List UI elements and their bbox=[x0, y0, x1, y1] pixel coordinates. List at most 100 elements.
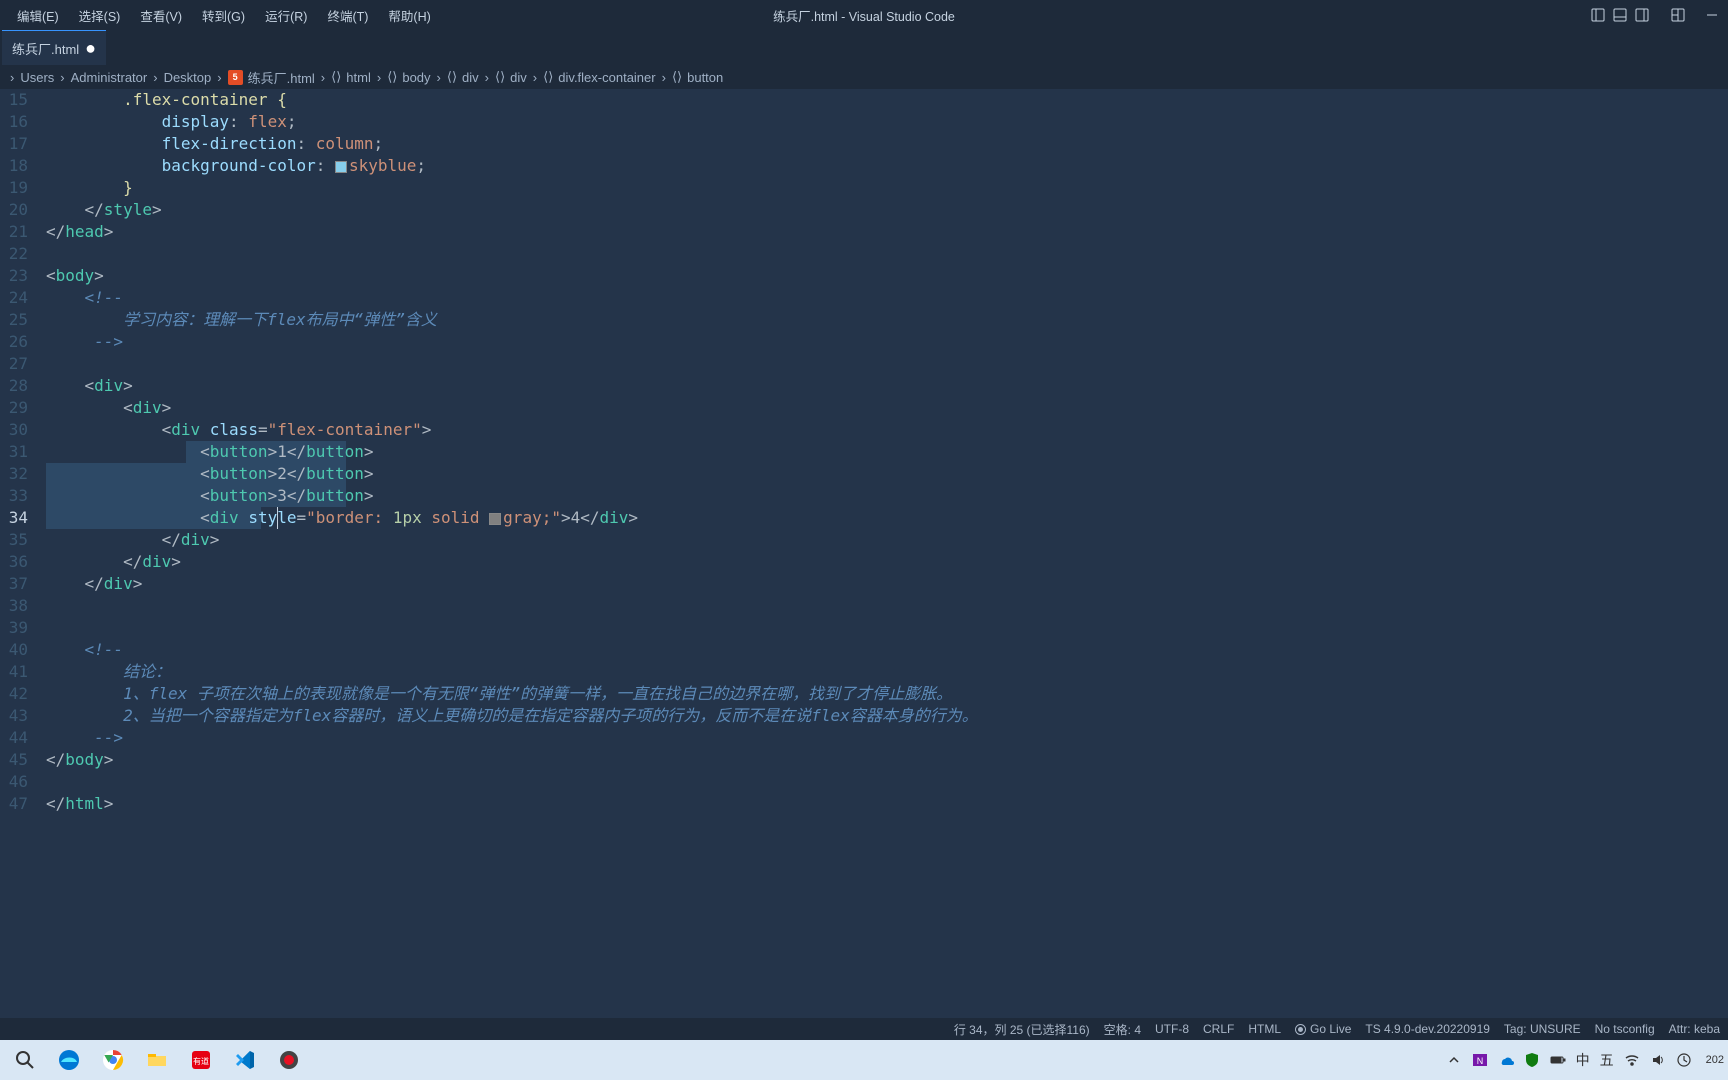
code-line[interactable]: } bbox=[46, 177, 1728, 199]
breadcrumb-symbol[interactable]: ⟨⟩ html bbox=[331, 69, 371, 85]
tab-label: 练兵厂.html bbox=[12, 39, 79, 58]
breadcrumb-symbol[interactable]: ⟨⟩ div.flex-container bbox=[543, 69, 655, 85]
tsconfig-status[interactable]: No tsconfig bbox=[1595, 1022, 1655, 1036]
code-line[interactable]: </head> bbox=[46, 221, 1728, 243]
brackets-icon: ⟨⟩ bbox=[543, 69, 553, 85]
wifi-icon[interactable] bbox=[1624, 1052, 1640, 1068]
menu-item[interactable]: 编辑(E) bbox=[8, 2, 68, 29]
breadcrumb-symbol[interactable]: ⟨⟩ body bbox=[387, 69, 430, 85]
customize-layout-icon[interactable] bbox=[1670, 7, 1686, 23]
tag-status[interactable]: Tag: UNSURE bbox=[1504, 1022, 1581, 1036]
menu-item[interactable]: 帮助(H) bbox=[379, 2, 439, 29]
battery-icon[interactable] bbox=[1550, 1052, 1566, 1068]
menu-bar: 编辑(E)选择(S)查看(V)转到(G)运行(R)终端(T)帮助(H) bbox=[8, 2, 440, 29]
breadcrumb-item[interactable]: Users bbox=[20, 70, 54, 85]
code-area[interactable]: .flex-container { display: flex; flex-di… bbox=[46, 89, 1728, 1018]
brackets-icon: ⟨⟩ bbox=[387, 69, 397, 85]
breadcrumb-item[interactable]: Administrator bbox=[71, 70, 148, 85]
go-live-button[interactable]: Go Live bbox=[1310, 1022, 1351, 1036]
code-line[interactable]: </div> bbox=[46, 551, 1728, 573]
youdao-icon[interactable]: 有道 bbox=[180, 1042, 222, 1078]
search-icon[interactable] bbox=[4, 1042, 46, 1078]
menu-item[interactable]: 运行(R) bbox=[256, 2, 316, 29]
indent-status[interactable]: 空格: 4 bbox=[1104, 1021, 1141, 1038]
breadcrumb[interactable]: ›Users›Administrator›Desktop›5练兵厂.html›⟨… bbox=[0, 65, 1728, 89]
ts-version[interactable]: TS 4.9.0-dev.20220919 bbox=[1365, 1022, 1490, 1036]
code-line[interactable]: <button>3</button> bbox=[46, 485, 1728, 507]
code-line[interactable]: 结论： bbox=[46, 661, 1728, 683]
breadcrumb-symbol[interactable]: ⟨⟩ div bbox=[495, 69, 527, 85]
encoding-status[interactable]: UTF-8 bbox=[1155, 1022, 1189, 1036]
editor-tab[interactable]: 练兵厂.html ● bbox=[2, 30, 106, 65]
code-line[interactable]: display: flex; bbox=[46, 111, 1728, 133]
code-line[interactable]: <button>1</button> bbox=[46, 441, 1728, 463]
tab-bar: 练兵厂.html ● bbox=[0, 30, 1728, 65]
onedrive-icon[interactable] bbox=[1498, 1052, 1514, 1068]
clock-icon[interactable] bbox=[1676, 1052, 1692, 1068]
code-line[interactable]: </div> bbox=[46, 529, 1728, 551]
menu-item[interactable]: 终端(T) bbox=[318, 2, 377, 29]
code-line[interactable]: <div class="flex-container"> bbox=[46, 419, 1728, 441]
code-line[interactable]: <!-- bbox=[46, 639, 1728, 661]
onenote-icon[interactable]: N bbox=[1472, 1052, 1488, 1068]
code-line[interactable] bbox=[46, 617, 1728, 639]
code-line[interactable]: 2、当把一个容器指定为flex容器时，语义上更确切的是在指定容器内子项的行为，反… bbox=[46, 705, 1728, 727]
ime-indicator-2[interactable]: 五 bbox=[1600, 1050, 1614, 1070]
breadcrumb-symbol[interactable]: ⟨⟩ div bbox=[447, 69, 479, 85]
code-line[interactable]: 学习内容：理解一下flex布局中“弹性”含义 bbox=[46, 309, 1728, 331]
code-line[interactable]: background-color: skyblue; bbox=[46, 155, 1728, 177]
code-editor[interactable]: 1516171819202122232425262728293031323334… bbox=[0, 89, 1728, 1018]
code-line[interactable]: <div style="border: 1px solid gray;">4</… bbox=[46, 507, 1728, 529]
system-tray[interactable]: N 中 五 bbox=[1446, 1050, 1692, 1070]
code-line[interactable]: </style> bbox=[46, 199, 1728, 221]
code-line[interactable]: <div> bbox=[46, 375, 1728, 397]
menu-item[interactable]: 查看(V) bbox=[131, 2, 191, 29]
code-line[interactable] bbox=[46, 595, 1728, 617]
security-icon[interactable] bbox=[1524, 1052, 1540, 1068]
status-bar: 行 34，列 25 (已选择116) 空格: 4 UTF-8 CRLF HTML… bbox=[0, 1018, 1728, 1040]
language-status[interactable]: HTML bbox=[1248, 1022, 1281, 1036]
edge-icon[interactable] bbox=[48, 1042, 90, 1078]
record-icon[interactable] bbox=[268, 1042, 310, 1078]
chrome-icon[interactable] bbox=[92, 1042, 134, 1078]
breadcrumb-item[interactable]: Desktop bbox=[164, 70, 212, 85]
code-line[interactable]: --> bbox=[46, 727, 1728, 749]
explorer-icon[interactable] bbox=[136, 1042, 178, 1078]
code-line[interactable]: <button>2</button> bbox=[46, 463, 1728, 485]
code-line[interactable]: --> bbox=[46, 331, 1728, 353]
volume-icon[interactable] bbox=[1650, 1052, 1666, 1068]
panel-bottom-icon[interactable] bbox=[1612, 7, 1628, 23]
menu-item[interactable]: 选择(S) bbox=[70, 2, 130, 29]
code-line[interactable]: <!-- bbox=[46, 287, 1728, 309]
svg-text:有道: 有道 bbox=[193, 1056, 209, 1066]
panel-left-icon[interactable] bbox=[1590, 7, 1606, 23]
code-line[interactable] bbox=[46, 353, 1728, 375]
tray-chevron-icon[interactable] bbox=[1446, 1052, 1462, 1068]
breadcrumb-file[interactable]: 5练兵厂.html bbox=[228, 68, 315, 87]
code-line[interactable]: <body> bbox=[46, 265, 1728, 287]
code-line[interactable]: 1、flex 子项在次轴上的表现就像是一个有无限“弹性”的弹簧一样，一直在找自己… bbox=[46, 683, 1728, 705]
clock-time[interactable]: 202 bbox=[1706, 1054, 1724, 1066]
attr-status[interactable]: Attr: keba bbox=[1669, 1022, 1720, 1036]
code-line[interactable]: <div> bbox=[46, 397, 1728, 419]
title-bar: 编辑(E)选择(S)查看(V)转到(G)运行(R)终端(T)帮助(H) 练兵厂.… bbox=[0, 0, 1728, 30]
breadcrumb-symbol[interactable]: ⟨⟩ button bbox=[672, 69, 723, 85]
code-line[interactable]: flex-direction: column; bbox=[46, 133, 1728, 155]
ime-indicator-1[interactable]: 中 bbox=[1576, 1050, 1590, 1070]
eol-status[interactable]: CRLF bbox=[1203, 1022, 1234, 1036]
code-line[interactable] bbox=[46, 771, 1728, 793]
code-line[interactable]: .flex-container { bbox=[46, 89, 1728, 111]
code-line[interactable]: </div> bbox=[46, 573, 1728, 595]
code-line[interactable]: </html> bbox=[46, 793, 1728, 815]
layout-icons[interactable] bbox=[1588, 5, 1652, 25]
minimize-icon[interactable] bbox=[1704, 7, 1720, 23]
code-line[interactable] bbox=[46, 243, 1728, 265]
brackets-icon: ⟨⟩ bbox=[447, 69, 457, 85]
brackets-icon: ⟨⟩ bbox=[672, 69, 682, 85]
cursor-position[interactable]: 行 34，列 25 (已选择116) bbox=[954, 1021, 1090, 1038]
vscode-icon[interactable] bbox=[224, 1042, 266, 1078]
broadcast-icon bbox=[1295, 1024, 1306, 1035]
code-line[interactable]: </body> bbox=[46, 749, 1728, 771]
menu-item[interactable]: 转到(G) bbox=[193, 2, 254, 29]
panel-right-icon[interactable] bbox=[1634, 7, 1650, 23]
